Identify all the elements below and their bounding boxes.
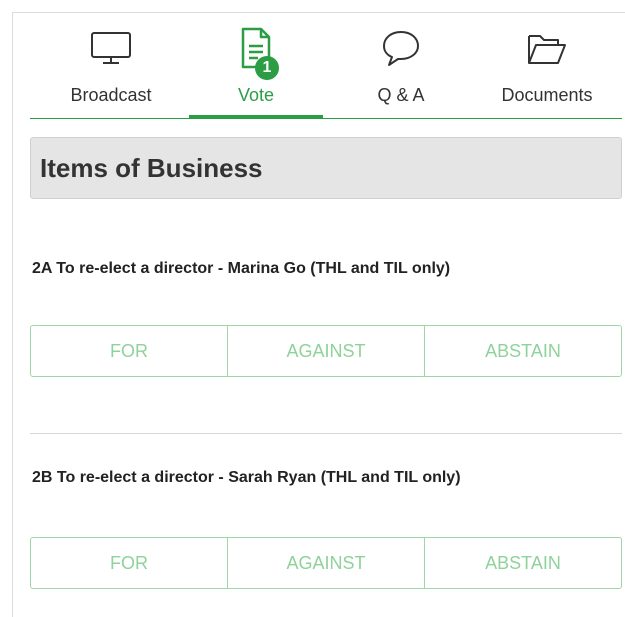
for-button[interactable]: FOR xyxy=(31,538,228,588)
tab-qa[interactable]: Q & A xyxy=(328,22,474,118)
item-2a-title: 2A To re-elect a director - Marina Go (T… xyxy=(32,260,451,277)
tab-broadcast[interactable]: Broadcast xyxy=(38,22,184,118)
tab-vote-label: Vote xyxy=(237,85,275,105)
tab-documents[interactable]: Documents xyxy=(474,22,620,118)
item-2b-title: 2B To re-elect a director - Sarah Ryan (… xyxy=(32,469,461,486)
item-2b-vote-buttons: FOR AGAINST ABSTAIN xyxy=(30,537,622,589)
monitor-icon xyxy=(91,32,131,64)
tab-bar: Broadcast Vote Q & A Documents xyxy=(30,22,622,119)
folder-icon xyxy=(528,35,566,64)
tab-broadcast-label: Broadcast xyxy=(70,85,152,105)
for-button[interactable]: FOR xyxy=(31,326,228,376)
tab-documents-label: Documents xyxy=(501,85,593,105)
item-2a-vote-buttons: FOR AGAINST ABSTAIN xyxy=(30,325,622,377)
active-tab-indicator xyxy=(189,115,323,119)
against-button[interactable]: AGAINST xyxy=(228,326,425,376)
item-divider xyxy=(30,433,622,434)
tab-qa-label: Q & A xyxy=(377,85,425,105)
section-title: Items of Business xyxy=(40,153,263,183)
abstain-button[interactable]: ABSTAIN xyxy=(425,538,621,588)
vote-count-badge: 1 xyxy=(255,56,279,80)
against-button[interactable]: AGAINST xyxy=(228,538,425,588)
section-header: Items of Business xyxy=(30,137,622,199)
speech-bubble-icon xyxy=(383,31,419,66)
abstain-button[interactable]: ABSTAIN xyxy=(425,326,621,376)
